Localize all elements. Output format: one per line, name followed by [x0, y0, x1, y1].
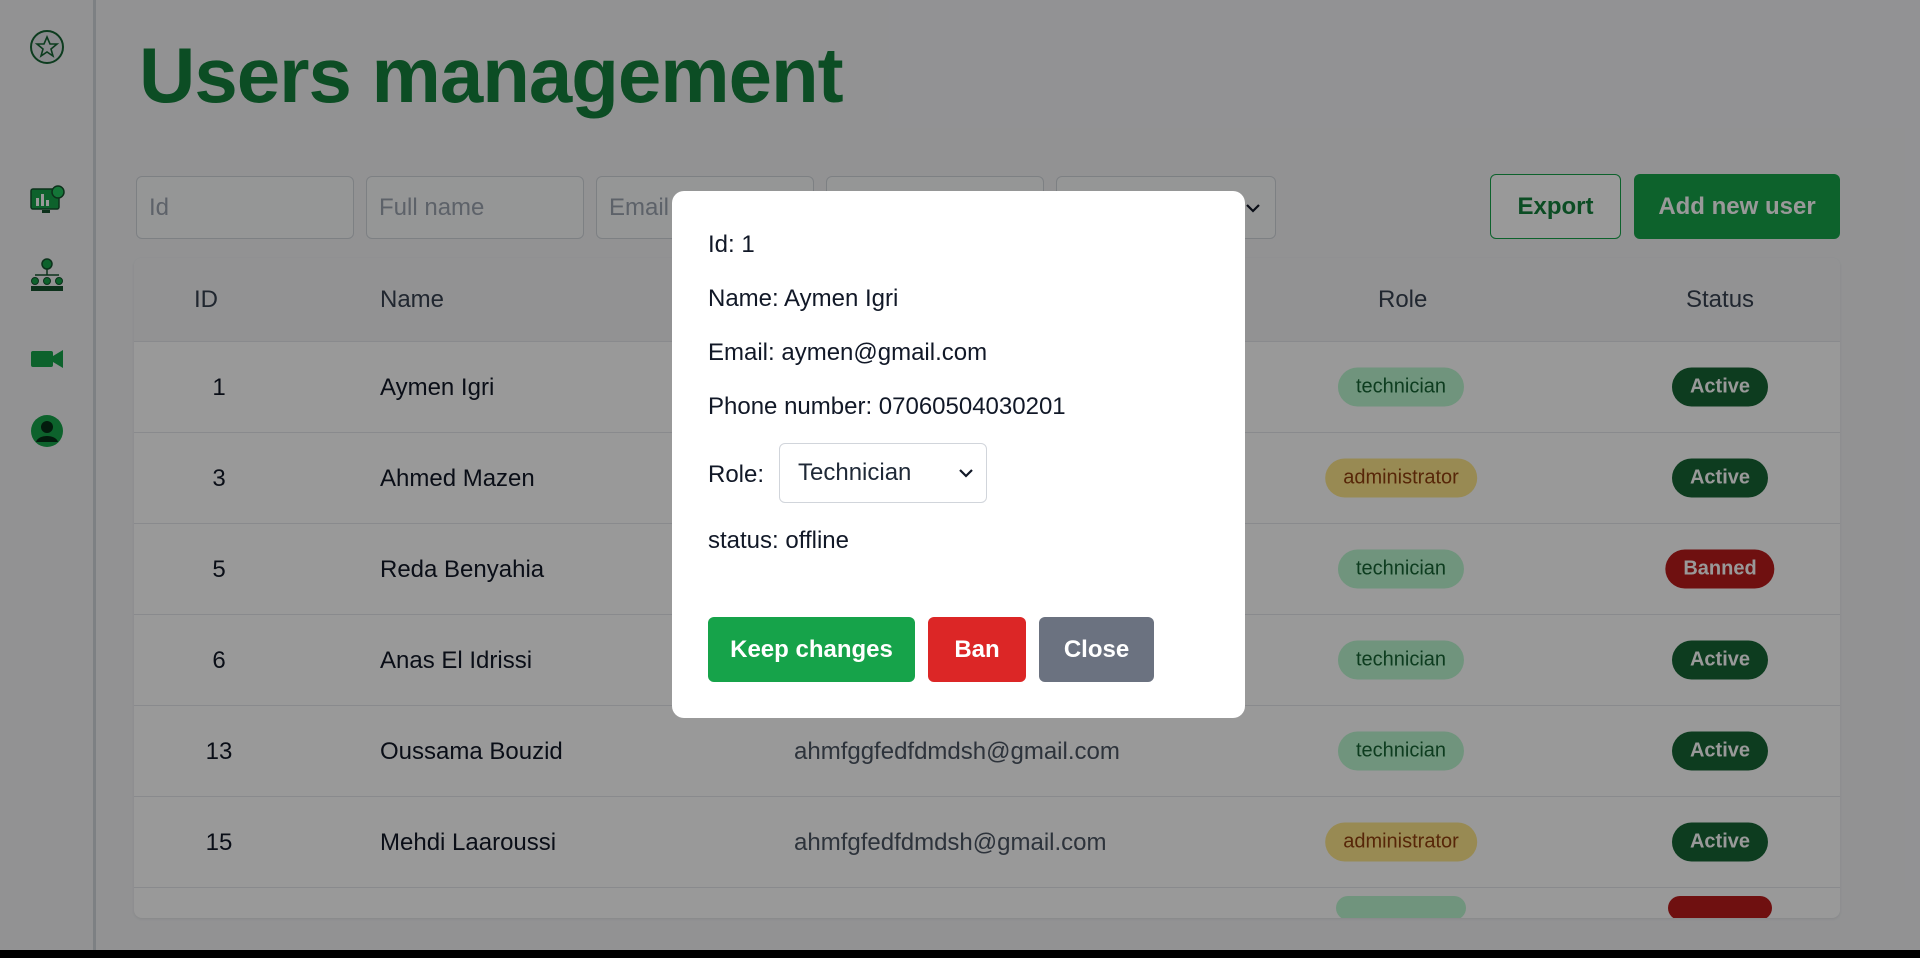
close-button[interactable]: Close [1039, 617, 1154, 682]
bottom-bar [0, 950, 1920, 958]
modal-phone: Phone number: 07060504030201 [708, 393, 1066, 420]
modal-status: status: offline [708, 527, 849, 554]
keep-changes-button[interactable]: Keep changes [708, 617, 915, 682]
user-details-modal: Id: 1 Name: Aymen Igri Email: aymen@gmai… [672, 191, 1245, 718]
role-select[interactable]: Technician [779, 443, 987, 503]
role-select-value: Technician [798, 459, 912, 486]
ban-button[interactable]: Ban [928, 617, 1026, 682]
modal-email: Email: aymen@gmail.com [708, 339, 988, 366]
modal-name: Name: Aymen Igri [708, 285, 899, 312]
modal-role-label: Role: [708, 461, 765, 488]
modal-id: Id: 1 [708, 231, 755, 258]
chevron-down-icon [959, 469, 973, 478]
